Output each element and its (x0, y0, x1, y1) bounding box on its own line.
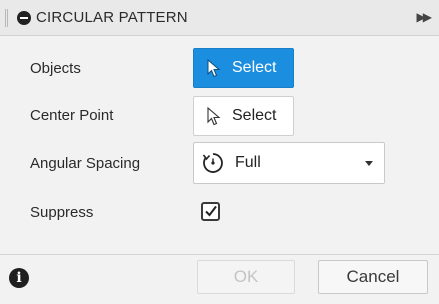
objects-select-label: Select (232, 59, 277, 76)
angular-spacing-label: Angular Spacing (30, 155, 141, 172)
dialog-footer: i OK Cancel (0, 254, 439, 304)
chevron-down-icon (365, 161, 373, 166)
circular-pattern-dialog: CIRCULAR PATTERN ▶▶ Objects Select Cente… (0, 0, 439, 304)
center-point-select-label: Select (232, 107, 277, 124)
center-point-select-button[interactable]: Select (193, 96, 294, 136)
checkmark-icon (205, 205, 217, 217)
minus-circle-icon (17, 11, 31, 25)
objects-label: Objects (30, 60, 81, 77)
center-point-label: Center Point (30, 107, 114, 124)
cancel-button[interactable]: Cancel (318, 260, 428, 294)
angular-spacing-dropdown[interactable]: Full (193, 142, 385, 184)
drag-grip-icon[interactable] (5, 9, 8, 27)
angular-spacing-value: Full (235, 154, 261, 171)
info-icon[interactable]: i (9, 268, 29, 288)
suppress-checkbox[interactable] (201, 202, 220, 221)
cursor-arrow-icon (207, 107, 221, 126)
double-chevron-right-icon[interactable]: ▶▶ (417, 10, 433, 24)
cursor-arrow-icon (207, 59, 221, 78)
dialog-titlebar[interactable]: CIRCULAR PATTERN ▶▶ (0, 0, 439, 36)
objects-select-button[interactable]: Select (193, 48, 294, 88)
dialog-title: CIRCULAR PATTERN (36, 9, 188, 26)
ok-button[interactable]: OK (197, 260, 295, 294)
suppress-label: Suppress (30, 204, 94, 221)
circular-arrow-icon (202, 153, 223, 173)
